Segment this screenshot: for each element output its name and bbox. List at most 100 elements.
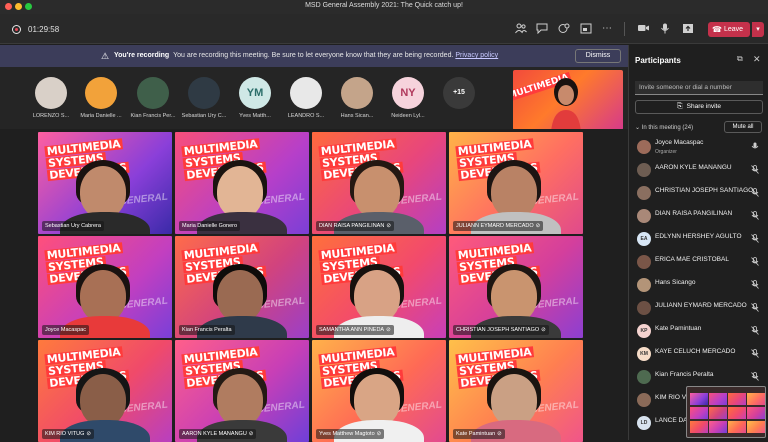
mic-muted-icon: ⊘ — [497, 431, 502, 437]
participant-name-label: Kate Pamintuan ⊘ — [453, 429, 505, 439]
participant-name-label: JULIANN EYMARD MERCADO ⊘ — [453, 221, 544, 231]
video-tile[interactable]: MULTIMEDIASYSTEMSDEVELOPERSGENERALAARON … — [175, 340, 309, 442]
mic-muted-icon[interactable] — [751, 349, 759, 360]
participant-name-label: CHRISTIAN JOSEPH SANTIAGO ⊘ — [453, 325, 549, 335]
participant-row[interactable]: DIAN RAISA PANGILINAN — [635, 206, 765, 228]
avatar — [637, 301, 651, 315]
invite-input[interactable]: Invite someone or dial a number — [635, 81, 763, 95]
mic-muted-icon[interactable] — [751, 234, 759, 245]
window-titlebar: MSD General Assembly 2021: The Quick cat… — [0, 0, 768, 14]
privacy-policy-link[interactable]: Privacy policy — [455, 52, 498, 59]
strip-avatar[interactable]: LEANDRO S... — [281, 77, 331, 119]
participant-name: Maria Danielle Gonero — [182, 223, 238, 229]
mic-muted-icon[interactable] — [751, 165, 759, 176]
participant-row[interactable]: AARON KYLE MANANGU — [635, 160, 765, 182]
thumbnail-cell — [690, 393, 708, 405]
video-tile[interactable]: MULTIMEDIASYSTEMSDEVELOPERSGENERALKate P… — [449, 340, 583, 442]
chat-icon[interactable] — [535, 23, 549, 35]
mic-icon[interactable] — [658, 23, 672, 35]
participant-row[interactable]: KM KAYE CELUCH MERCADO — [635, 344, 765, 366]
strip-avatar[interactable]: YM Yves Matth... — [230, 77, 280, 119]
participant-row[interactable]: Joyce Macaspac Organizer — [635, 137, 765, 159]
rooms-icon[interactable] — [579, 23, 593, 35]
popout-icon[interactable]: ⧉ — [737, 54, 743, 64]
mic-muted-icon[interactable] — [751, 280, 759, 291]
more-icon[interactable]: ⋯ — [600, 23, 614, 35]
screen-thumbnail[interactable] — [686, 386, 766, 438]
strip-avatar[interactable]: Sebastian Ury C... — [179, 77, 229, 119]
mic-muted-icon: ⊘ — [541, 327, 546, 333]
self-video-preview[interactable]: MULTIMEDIA — [513, 70, 623, 130]
leave-button[interactable]: ☎ Leave — [708, 22, 750, 37]
share-icon[interactable] — [681, 23, 695, 35]
strip-avatar[interactable]: Hans Sican... — [332, 77, 382, 119]
participant-face — [491, 270, 537, 322]
mic-muted-icon[interactable] — [751, 372, 759, 383]
participant-name: ERICA MAE CRISTOBAL — [655, 256, 729, 263]
participant-row[interactable]: JULIANN EYMARD MERCADO — [635, 298, 765, 320]
thumbnail-cell — [747, 421, 765, 433]
reactions-icon[interactable] — [557, 23, 571, 35]
avatar-name: LEANDRO S... — [287, 113, 325, 119]
close-panel-icon[interactable]: ✕ — [753, 54, 761, 65]
participant-name-label: Kian Francis Peralta — [179, 325, 235, 335]
self-view-person — [551, 78, 581, 130]
participant-name-label: Maria Danielle Gonero — [179, 221, 241, 231]
in-meeting-header[interactable]: ⌄ In this meeting (24) — [635, 124, 693, 131]
camera-icon[interactable] — [636, 23, 650, 35]
participants-icon[interactable] — [514, 23, 528, 35]
overflow-count: +15 — [443, 77, 475, 109]
participant-row[interactable]: CHRISTIAN JOSEPH SANTIAGO — [635, 183, 765, 205]
video-tile[interactable]: MULTIMEDIASYSTEMSDEVELOPERSGENERALDIAN R… — [312, 132, 446, 234]
avatar — [290, 77, 322, 109]
avatar: KP — [637, 324, 651, 338]
mic-muted-icon[interactable] — [751, 211, 759, 222]
video-tile[interactable]: MULTIMEDIASYSTEMSDEVELOPERSGENERALSAMANT… — [312, 236, 446, 338]
participant-face — [491, 166, 537, 218]
participant-name: CHRISTIAN JOSEPH SANTIAGO — [456, 327, 540, 333]
thumbnail-cell — [728, 407, 746, 419]
video-tile[interactable]: MULTIMEDIASYSTEMSDEVELOPERSGENERALKIM RI… — [38, 340, 172, 442]
avatar — [637, 255, 651, 269]
video-tile[interactable]: MULTIMEDIASYSTEMSDEVELOPERSGENERALKian F… — [175, 236, 309, 338]
mic-muted-icon[interactable] — [751, 303, 759, 314]
phone-hangup-icon: ☎ — [712, 25, 722, 34]
participant-name-label: AARON KYLE MANANGU ⊘ — [179, 429, 257, 439]
video-tile[interactable]: MULTIMEDIASYSTEMSDEVELOPERSGENERALYves M… — [312, 340, 446, 442]
dismiss-button[interactable]: Dismiss — [575, 49, 621, 63]
avatar-name: Maria Danielle ... — [80, 113, 122, 119]
participant-row[interactable]: ERICA MAE CRISTOBAL — [635, 252, 765, 274]
participant-name: CHRISTIAN JOSEPH SANTIAGO — [655, 187, 754, 194]
mic-muted-icon[interactable] — [751, 326, 759, 337]
strip-avatar[interactable]: NY Neideen Lyl... — [383, 77, 433, 119]
participant-name: AARON KYLE MANANGU — [182, 431, 247, 437]
mic-muted-icon[interactable] — [751, 188, 759, 199]
avatar — [341, 77, 373, 109]
strip-avatar[interactable]: Kian Francis Per... — [128, 77, 178, 119]
avatar-name: Neideen Lyl... — [391, 113, 425, 119]
mic-muted-icon[interactable] — [751, 257, 759, 268]
video-tile[interactable]: MULTIMEDIASYSTEMSDEVELOPERSGENERALCHRIST… — [449, 236, 583, 338]
participant-name-label: Yves Matthew Magtoto ⊘ — [316, 429, 385, 439]
mic-icon[interactable] — [751, 142, 759, 153]
participant-row[interactable]: KP Kate Pamintuan — [635, 321, 765, 343]
thumbnail-cell — [709, 407, 727, 419]
participant-name: EDLYNN HERSHEY AGULTO — [655, 233, 742, 240]
video-tile[interactable]: MULTIMEDIASYSTEMSDEVELOPERSGENERALJULIAN… — [449, 132, 583, 234]
strip-avatar[interactable]: Maria Danielle ... — [76, 77, 126, 119]
participant-name-label: DIAN RAISA PANGILINAN ⊘ — [316, 221, 394, 231]
video-tile[interactable]: MULTIMEDIASYSTEMSDEVELOPERSGENERALMaria … — [175, 132, 309, 234]
leave-options-chevron-icon[interactable]: ▾ — [752, 22, 764, 37]
participant-row[interactable]: EA EDLYNN HERSHEY AGULTO — [635, 229, 765, 251]
mute-all-button[interactable]: Mute all — [724, 121, 762, 133]
strip-avatar[interactable]: LORENZO S... — [26, 77, 76, 119]
mic-muted-icon: ⊘ — [376, 431, 382, 437]
overflow-avatars-button[interactable]: +15 — [434, 77, 484, 109]
avatar: EA — [637, 232, 651, 246]
share-invite-button[interactable]: ⎘ Share invite — [635, 100, 763, 114]
video-tile[interactable]: MULTIMEDIASYSTEMSDEVELOPERSGENERALSebast… — [38, 132, 172, 234]
participant-row[interactable]: Hans Sicango — [635, 275, 765, 297]
thumbnail-cell — [747, 407, 765, 419]
video-tile[interactable]: MULTIMEDIASYSTEMSDEVELOPERSGENERALJoyce … — [38, 236, 172, 338]
participant-face — [80, 374, 126, 426]
